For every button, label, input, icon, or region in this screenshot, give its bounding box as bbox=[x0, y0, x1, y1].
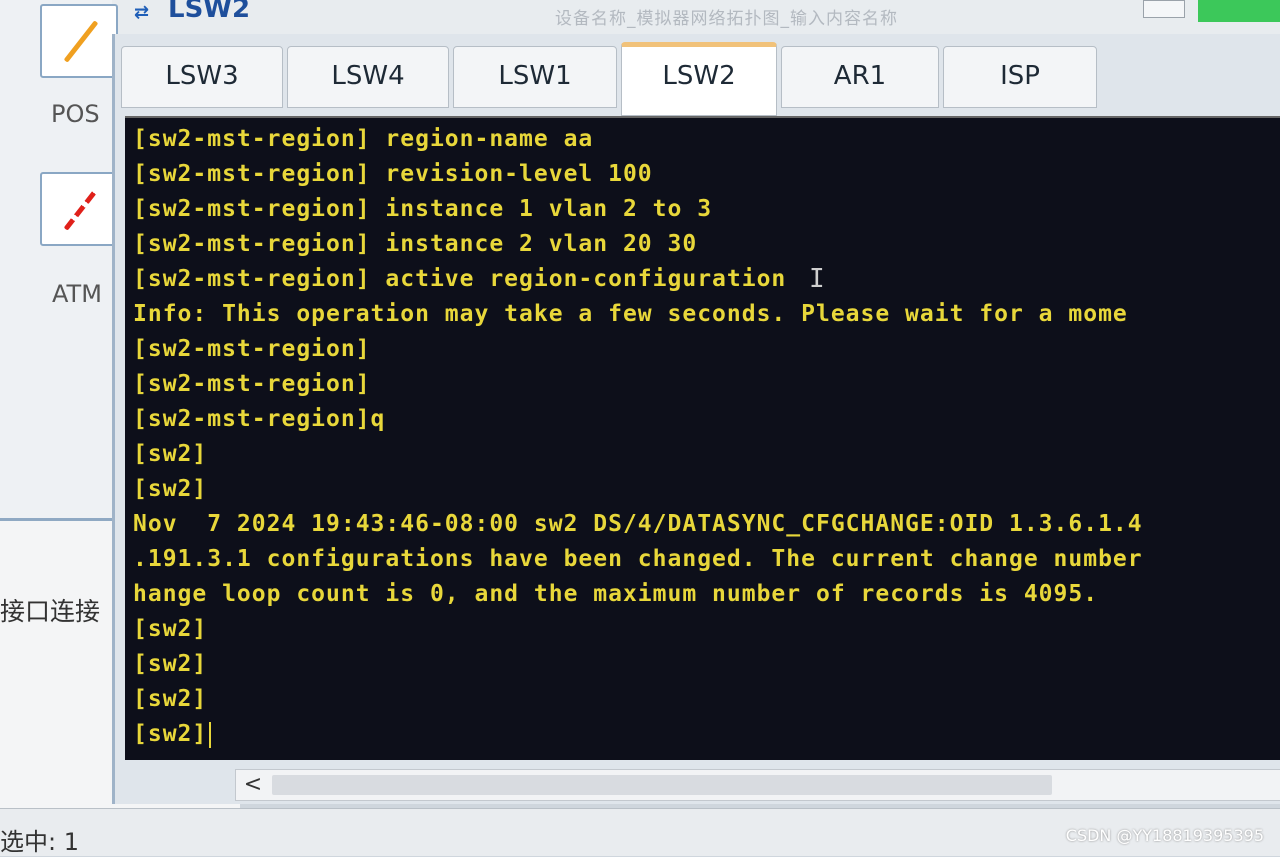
horizontal-scrollbar[interactable]: < bbox=[235, 769, 1280, 801]
terminal-output: [sw2-mst-region] region-name aa [sw2-mst… bbox=[133, 122, 1280, 752]
terminal-line: Nov 7 2024 19:43:46-08:00 sw2 DS/4/DATAS… bbox=[133, 511, 1143, 537]
terminal-line: Info: This operation may take a few seco… bbox=[133, 301, 1128, 327]
tab-lsw2[interactable]: LSW2 bbox=[621, 42, 777, 116]
terminal-line: [sw2] bbox=[133, 476, 208, 502]
terminal-line: [sw2-mst-region] active region-configura… bbox=[133, 266, 787, 292]
atm-cable-tool[interactable] bbox=[40, 172, 118, 246]
terminal-line: [sw2-mst-region] instance 2 vlan 20 30 bbox=[133, 231, 698, 257]
tab-lsw4[interactable]: LSW4 bbox=[287, 46, 449, 108]
interface-label: 接口连接 bbox=[0, 597, 101, 626]
terminal-prompt-line[interactable]: [sw2] bbox=[133, 717, 1280, 752]
terminal-line: [sw2] bbox=[133, 616, 208, 642]
terminal-prompt: [sw2] bbox=[133, 721, 208, 747]
window-title: LSW2 bbox=[168, 0, 251, 24]
switch-icon: ⇄ bbox=[134, 2, 150, 23]
terminal-line: [sw2-mst-region] bbox=[133, 336, 371, 362]
device-palette bbox=[0, 0, 118, 520]
terminal-line: [sw2-mst-region] instance 1 vlan 2 to 3 bbox=[133, 196, 713, 222]
tab-ar1[interactable]: AR1 bbox=[781, 46, 939, 108]
console-window: LSW3 LSW4 LSW1 LSW2 AR1 ISP [sw2-mst-reg… bbox=[112, 34, 1280, 804]
tab-isp[interactable]: ISP bbox=[943, 46, 1097, 108]
atm-cable-icon bbox=[63, 188, 99, 231]
terminal-line: [sw2] bbox=[133, 686, 208, 712]
text-cursor bbox=[209, 721, 212, 748]
scroll-left-arrow-icon[interactable]: < bbox=[240, 770, 266, 800]
pos-cable-icon bbox=[63, 20, 99, 63]
window-titlebar[interactable]: ⇄ LSW2 bbox=[122, 0, 1280, 30]
watermark: CSDN @YY18819395395 bbox=[1065, 826, 1264, 845]
selection-status: 选中: 1 bbox=[0, 828, 79, 856]
terminal-console[interactable]: [sw2-mst-region] region-name aa [sw2-mst… bbox=[125, 116, 1280, 760]
terminal-line: [sw2-mst-region]q bbox=[133, 406, 386, 432]
ibeam-cursor-icon: I bbox=[809, 264, 825, 294]
atm-label: ATM bbox=[52, 280, 102, 308]
terminal-line: [sw2-mst-region] revision-level 100 bbox=[133, 161, 653, 187]
terminal-line: [sw2-mst-region] region-name aa bbox=[133, 126, 594, 152]
pos-label: POS bbox=[51, 100, 100, 128]
terminal-line: [sw2-mst-region] bbox=[133, 371, 371, 397]
tab-lsw1[interactable]: LSW1 bbox=[453, 46, 617, 108]
terminal-line: [sw2] bbox=[133, 441, 208, 467]
terminal-line: hange loop count is 0, and the maximum n… bbox=[133, 581, 1099, 607]
terminal-line: [sw2] bbox=[133, 651, 208, 677]
scrollbar-thumb[interactable] bbox=[272, 775, 1052, 795]
pos-cable-tool[interactable] bbox=[40, 4, 118, 78]
device-tabs: LSW3 LSW4 LSW1 LSW2 AR1 ISP bbox=[121, 42, 1280, 116]
tab-lsw3[interactable]: LSW3 bbox=[121, 46, 283, 108]
terminal-line: .191.3.1 configurations have been change… bbox=[133, 546, 1143, 572]
